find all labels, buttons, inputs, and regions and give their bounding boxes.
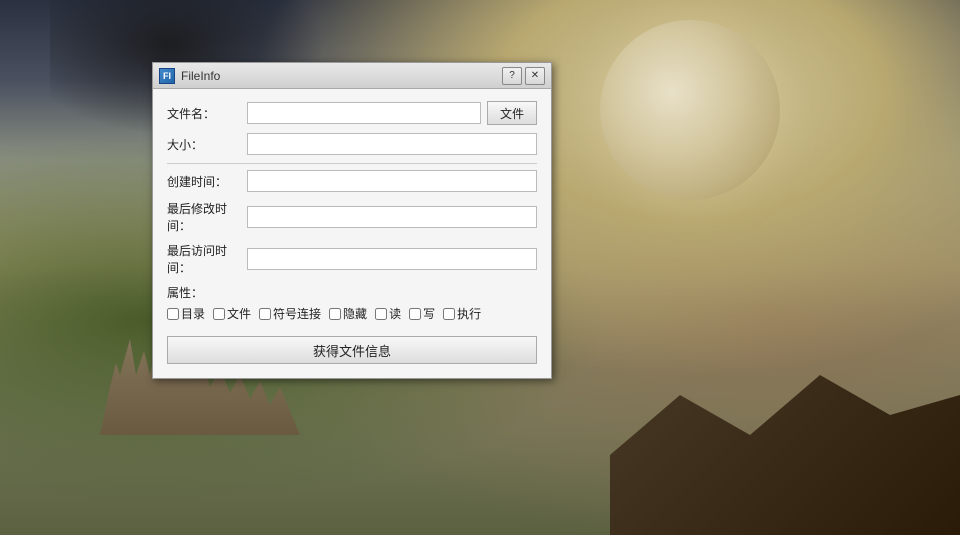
checkbox-dir[interactable]: 目录	[167, 305, 205, 322]
moon-decoration	[600, 20, 780, 200]
created-input[interactable]	[247, 170, 537, 192]
title-left: FI FileInfo	[159, 68, 220, 84]
filename-row: 文件名： 文件	[167, 101, 537, 125]
checkbox-file-label: 文件	[227, 305, 251, 322]
checkbox-exec-input[interactable]	[443, 308, 455, 320]
dialog-body: 文件名： 文件 大小： 创建时间： 最后修改时间： 最后访问时间： 属性：	[153, 89, 551, 378]
created-label: 创建时间：	[167, 173, 247, 190]
checkbox-symlink-input[interactable]	[259, 308, 271, 320]
size-row: 大小：	[167, 133, 537, 155]
created-row: 创建时间：	[167, 170, 537, 192]
checkbox-symlink-label: 符号连接	[273, 305, 321, 322]
separator-1	[167, 163, 537, 164]
modified-row: 最后修改时间：	[167, 200, 537, 234]
close-button[interactable]: ✕	[525, 67, 545, 85]
checkbox-hidden-label: 隐藏	[343, 305, 367, 322]
size-label: 大小：	[167, 136, 247, 153]
checkbox-exec[interactable]: 执行	[443, 305, 481, 322]
filename-label: 文件名：	[167, 105, 247, 122]
checkbox-dir-input[interactable]	[167, 308, 179, 320]
dialog-app-icon: FI	[159, 68, 175, 84]
filename-input[interactable]	[247, 102, 481, 124]
checkboxes-row: 目录 文件 符号连接 隐藏 读	[167, 305, 537, 322]
attrs-section: 属性： 目录 文件 符号连接 隐藏	[167, 284, 537, 322]
get-info-button[interactable]: 获得文件信息	[167, 336, 537, 364]
attrs-label: 属性：	[167, 284, 537, 301]
accessed-input[interactable]	[247, 248, 537, 270]
checkbox-read-input[interactable]	[375, 308, 387, 320]
checkbox-write-input[interactable]	[409, 308, 421, 320]
checkbox-file[interactable]: 文件	[213, 305, 251, 322]
dialog-title: FileInfo	[181, 69, 220, 83]
checkbox-file-input[interactable]	[213, 308, 225, 320]
checkbox-read-label: 读	[389, 305, 401, 322]
accessed-label: 最后访问时间：	[167, 242, 247, 276]
checkbox-exec-label: 执行	[457, 305, 481, 322]
checkbox-symlink[interactable]: 符号连接	[259, 305, 321, 322]
checkbox-hidden-input[interactable]	[329, 308, 341, 320]
size-input[interactable]	[247, 133, 537, 155]
fileinfo-dialog: FI FileInfo ? ✕ 文件名： 文件 大小： 创建时间：	[152, 62, 552, 379]
file-browse-button[interactable]: 文件	[487, 101, 537, 125]
accessed-row: 最后访问时间：	[167, 242, 537, 276]
modified-input[interactable]	[247, 206, 537, 228]
help-button[interactable]: ?	[502, 67, 522, 85]
checkbox-dir-label: 目录	[181, 305, 205, 322]
dialog-controls: ? ✕	[502, 67, 545, 85]
modified-label: 最后修改时间：	[167, 200, 247, 234]
checkbox-write[interactable]: 写	[409, 305, 435, 322]
checkbox-write-label: 写	[423, 305, 435, 322]
dialog-titlebar: FI FileInfo ? ✕	[153, 63, 551, 89]
checkbox-read[interactable]: 读	[375, 305, 401, 322]
checkbox-hidden[interactable]: 隐藏	[329, 305, 367, 322]
